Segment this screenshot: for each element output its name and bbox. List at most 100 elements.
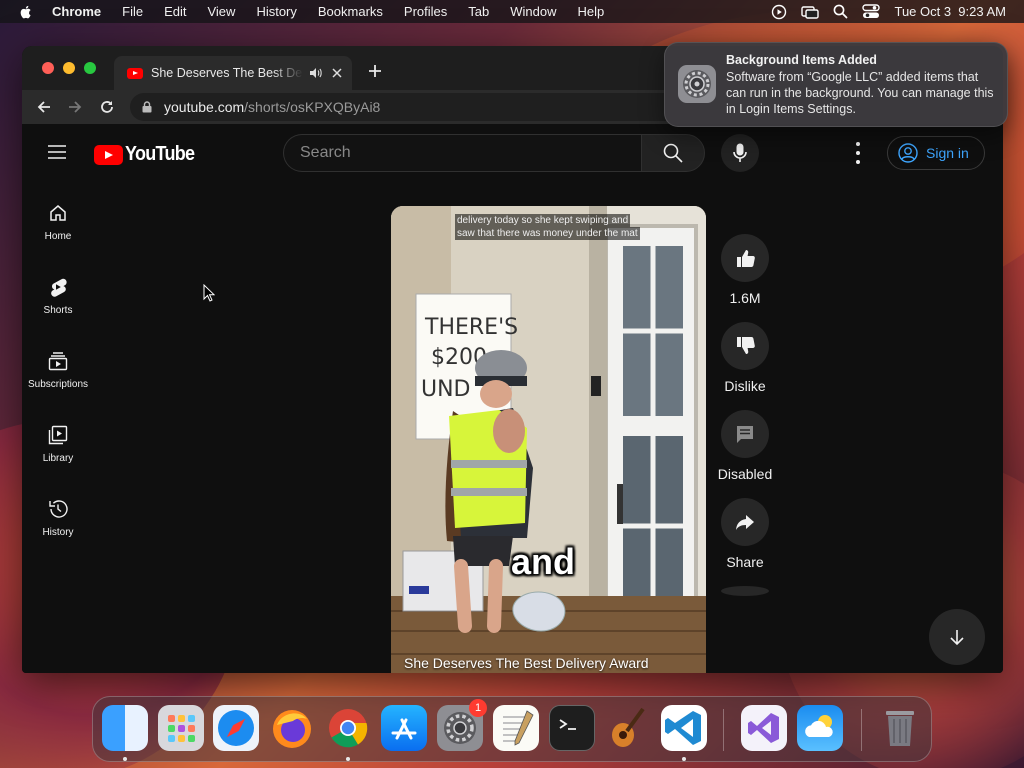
media-play-icon[interactable] [771,4,787,20]
menu-app-name[interactable]: Chrome [52,4,101,19]
dock-separator [861,709,862,751]
firefox-icon[interactable] [269,705,315,751]
voice-search-button[interactable] [721,134,759,172]
forward-icon[interactable] [67,99,83,115]
minimize-window-button[interactable] [63,62,75,74]
app-store-icon[interactable] [381,705,427,751]
audio-playing-icon[interactable] [309,66,323,80]
guide-label-library: Library [42,453,74,464]
video-title[interactable]: She Deserves The Best Delivery Award [404,655,649,671]
guide-item-subscriptions[interactable]: Subscriptions [22,338,94,398]
running-indicator [682,757,686,761]
garageband-icon[interactable] [605,705,651,751]
menu-file[interactable]: File [122,4,143,19]
history-icon [49,500,68,518]
video-caption: delivery today so she kept swiping and s… [455,214,640,240]
control-center-icon[interactable] [862,4,881,19]
account-icon [898,143,918,163]
video-overlay-word: and [511,541,576,582]
dislike-button[interactable]: Dislike [712,322,778,394]
search-button[interactable] [641,134,705,172]
new-tab-icon[interactable] [368,64,382,78]
menu-profiles[interactable]: Profiles [404,4,447,19]
notification-title: Background Items Added [726,53,877,67]
guide-item-library[interactable]: Library [22,412,94,472]
like-count: 1.6M [729,290,761,306]
svg-text:THERE'S: THERE'S [424,315,518,340]
youtube-page: YouTube Search Sign in Home Shorts Subsc… [22,124,1003,673]
menu-view[interactable]: View [207,4,235,19]
menu-bar: Chrome File Edit View History Bookmarks … [0,0,1024,23]
dislike-label: Dislike [724,378,766,394]
youtube-favicon-icon [127,67,143,79]
sign-in-label: Sign in [926,145,969,161]
menu-window[interactable]: Window [510,4,556,19]
mouse-cursor-icon [203,284,215,302]
comments-button[interactable]: Disabled [712,410,778,482]
more-options-icon[interactable] [852,142,864,164]
library-icon [48,425,68,445]
system-settings-icon [678,65,716,103]
tab-active[interactable]: She Deserves The Best Delivery Award [114,56,352,90]
menu-help[interactable]: Help [578,4,605,19]
chrome-icon[interactable] [325,705,371,751]
menu-tab[interactable]: Tab [468,4,489,19]
video-caption-line-2: saw that there was money under the mat [455,227,640,240]
hamburger-menu-icon[interactable] [48,145,66,159]
safari-icon[interactable] [213,705,259,751]
like-button[interactable]: 1.6M [712,234,778,306]
guide-label-shorts: Shorts [43,305,73,316]
arrow-down-icon [950,630,964,646]
remix-button[interactable] [712,586,778,596]
guide-item-home[interactable]: Home [22,190,94,250]
textedit-icon[interactable] [493,705,539,751]
dock-separator [723,709,724,751]
url-path: /shorts/osKPXQByAi8 [244,99,381,115]
youtube-header: YouTube Search Sign in [22,124,1003,180]
youtube-wordmark: YouTube [125,143,195,165]
visual-studio-icon[interactable] [741,705,787,751]
screen-mirroring-icon[interactable] [801,4,820,20]
menu-edit[interactable]: Edit [164,4,186,19]
youtube-logo[interactable]: YouTube [94,143,202,166]
video-frame-image: THERE'S $200 UND [391,206,706,673]
next-video-button[interactable] [929,609,985,665]
terminal-icon[interactable] [549,705,595,751]
tab-title: She Deserves The Best Delivery Award [151,66,303,80]
lock-icon[interactable] [142,101,152,113]
spotlight-search-icon[interactable] [833,4,848,19]
comment-icon [737,426,753,443]
background-items-notification[interactable]: Background Items Added Software from “Go… [664,42,1008,127]
apple-menu-icon[interactable] [18,4,34,20]
finder-icon[interactable] [102,705,148,751]
search-input[interactable]: Search [283,134,641,172]
guide-label-home: Home [44,231,72,242]
zoom-window-button[interactable] [84,62,96,74]
guide-label-history: History [42,527,74,538]
sign-in-button[interactable]: Sign in [887,136,985,170]
shorts-video-player[interactable]: THERE'S $200 UND delivery today so she k… [391,206,706,673]
video-caption-line-1: delivery today so she kept swiping and [455,214,631,227]
close-tab-icon[interactable] [331,67,343,79]
reload-icon[interactable] [99,99,115,115]
dock: 1 [92,696,932,762]
menu-clock[interactable]: Tue Oct 3 9:23 AM [894,4,1006,19]
running-indicator [123,757,127,761]
chrome-window: She Deserves The Best Delivery Award you… [22,46,1003,673]
microphone-icon [733,143,747,162]
back-icon[interactable] [36,99,52,115]
share-icon [736,515,754,530]
menu-history[interactable]: History [256,4,296,19]
guide-item-shorts[interactable]: Shorts [22,264,94,324]
vscode-icon[interactable] [661,705,707,751]
launchpad-icon[interactable] [158,705,204,751]
youtube-play-logo-icon [94,144,123,165]
trash-icon[interactable] [877,705,923,751]
menu-bookmarks[interactable]: Bookmarks [318,4,383,19]
share-button[interactable]: Share [712,498,778,570]
weather-icon[interactable] [797,705,843,751]
url-host: youtube.com [164,99,245,115]
close-window-button[interactable] [42,62,54,74]
guide-item-history[interactable]: History [22,486,94,546]
thumbs-up-icon [737,250,755,267]
